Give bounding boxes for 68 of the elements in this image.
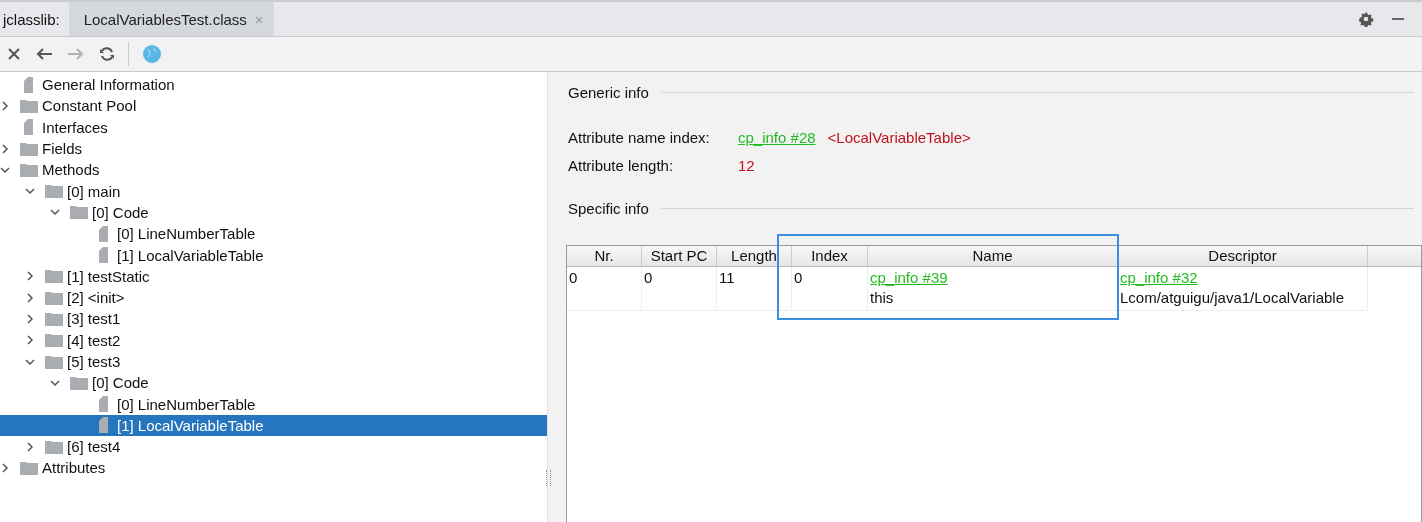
folder-icon <box>45 333 63 348</box>
column-header[interactable]: Start PC <box>642 246 717 266</box>
tree-item[interactable]: Interfaces <box>0 116 547 138</box>
folder-icon <box>20 162 38 177</box>
column-header[interactable]: Descriptor <box>1118 246 1368 266</box>
cell-text: 11 <box>719 269 735 286</box>
section-title: Specific info <box>568 200 649 217</box>
expand-chevron-icon[interactable] <box>25 271 35 282</box>
folder-icon <box>45 354 63 369</box>
tree-item[interactable]: Attributes <box>0 457 547 479</box>
collapse-chevron-icon[interactable] <box>50 207 60 218</box>
tab-label: LocalVariablesTest.class <box>83 10 247 28</box>
folder-icon <box>20 461 38 475</box>
collapse-chevron-icon[interactable] <box>0 164 10 175</box>
tree-item[interactable]: General Information <box>0 74 547 96</box>
folder-icon <box>45 184 63 199</box>
tree-item[interactable]: [0] Code <box>0 372 547 394</box>
tree-item[interactable]: [0] LineNumberTable <box>0 393 547 415</box>
cell-text: 0 <box>644 269 653 286</box>
tree-item[interactable]: [0] Code <box>0 201 547 224</box>
tree-item[interactable]: [3] test1 <box>0 308 547 330</box>
folder-icon <box>20 141 38 156</box>
cell-text: 0 <box>569 269 578 286</box>
tree-item[interactable]: [1] LocalVariableTable <box>0 244 547 266</box>
folder-icon <box>70 375 88 390</box>
column-header[interactable]: Name <box>868 246 1118 266</box>
expand-chevron-icon[interactable] <box>25 292 35 303</box>
collapse-chevron-icon[interactable] <box>25 356 35 367</box>
tree-item[interactable]: [1] testStatic <box>0 265 547 287</box>
field-value: <LocalVariableTable> <box>827 129 971 146</box>
tree-item[interactable]: [4] test2 <box>0 329 547 351</box>
expand-chevron-icon[interactable] <box>0 463 10 473</box>
tree-item[interactable]: [1] LocalVariableTable <box>0 414 547 437</box>
tree-item[interactable]: [0] LineNumberTable <box>0 223 547 245</box>
tree-item[interactable]: [6] test4 <box>0 436 547 458</box>
column-header[interactable]: Length <box>717 246 792 266</box>
cell-text: 0 <box>794 269 803 286</box>
folder-icon <box>45 311 63 326</box>
settings-icon[interactable] <box>1358 11 1374 27</box>
tool-window-title: jclasslib: <box>1 9 61 30</box>
collapse-chevron-icon[interactable] <box>50 377 60 388</box>
field-label: Attribute length: <box>568 157 675 174</box>
expand-chevron-icon[interactable] <box>25 441 35 452</box>
collapse-chevron-icon[interactable] <box>25 186 35 197</box>
cell-text: Lcom/atguigu/java1/LocalVariable <box>1120 289 1345 306</box>
section-title: Generic info <box>568 84 649 101</box>
cell-text: this <box>870 289 894 306</box>
expand-chevron-icon[interactable] <box>25 335 35 346</box>
folder-icon <box>45 290 63 305</box>
tree-item[interactable]: [5] test3 <box>0 350 547 373</box>
tree-item[interactable]: Constant Pool <box>0 95 547 117</box>
folder-icon <box>45 269 63 284</box>
tree-item[interactable]: [2] <init> <box>0 286 547 309</box>
splitter-handle[interactable] <box>546 470 551 486</box>
expand-chevron-icon[interactable] <box>0 100 10 111</box>
field-value: 12 <box>738 157 755 174</box>
folder-icon <box>45 439 63 454</box>
folder-icon <box>70 205 88 220</box>
column-header[interactable]: Index <box>792 246 868 266</box>
column-header[interactable]: Nr. <box>567 246 642 266</box>
tree-item[interactable]: Methods <box>0 159 547 181</box>
tree-item[interactable]: [0] main <box>0 180 547 202</box>
expand-chevron-icon[interactable] <box>0 143 10 154</box>
tree-item[interactable]: Fields <box>0 137 547 160</box>
file-tab[interactable]: LocalVariablesTest.class × <box>68 2 274 36</box>
expand-chevron-icon[interactable] <box>25 313 35 324</box>
field-label: Attribute name index: <box>568 129 711 146</box>
folder-icon <box>20 98 38 113</box>
